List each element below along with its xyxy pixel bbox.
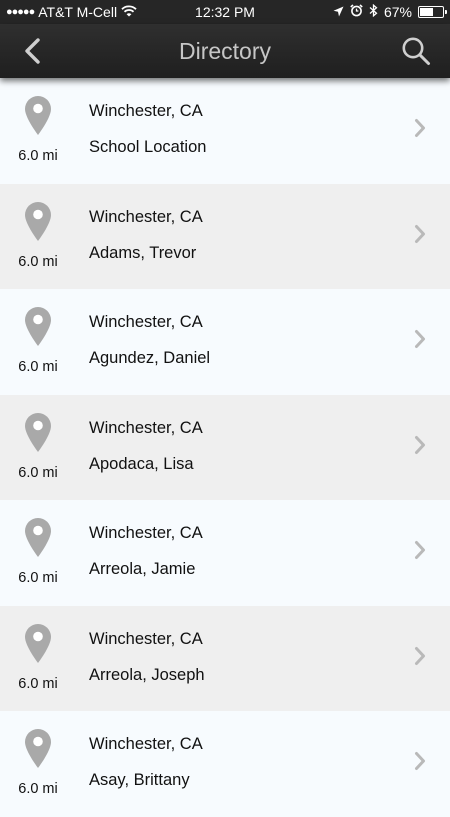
distance-label: 6.0 mi <box>18 781 58 797</box>
map-pin-icon <box>25 307 51 346</box>
entry-name: Arreola, Joseph <box>89 665 205 684</box>
distance-column: 6.0 mi <box>0 395 76 501</box>
entry-city: Winchester, CA <box>89 524 203 542</box>
distance-column: 6.0 mi <box>0 711 76 817</box>
status-bar: ●●●●● AT&T M-Cell 12:32 PM 67% <box>0 0 450 24</box>
distance-column: 6.0 mi <box>0 289 76 395</box>
chevron-right-icon <box>415 752 425 770</box>
distance-label: 6.0 mi <box>18 253 58 270</box>
carrier-name: AT&T M-Cell <box>38 4 118 20</box>
battery-level <box>420 8 434 16</box>
distance-label: 6.0 mi <box>18 359 58 375</box>
back-button[interactable] <box>18 36 48 66</box>
distance-label: 6.0 mi <box>18 464 58 481</box>
map-pin-icon <box>25 201 51 241</box>
chevron-right-icon <box>415 541 425 559</box>
map-pin-icon <box>25 96 51 135</box>
entry-city: Winchester, CA <box>89 102 203 120</box>
entry-city: Winchester, CA <box>89 735 203 753</box>
chevron-right-icon <box>415 435 425 454</box>
navigation-bar: Directory <box>0 24 450 78</box>
entry-name: Apodaca, Lisa <box>89 454 194 473</box>
distance-column: 6.0 mi <box>0 500 76 606</box>
distance-label: 6.0 mi <box>18 570 58 586</box>
map-pin-icon <box>25 412 51 452</box>
chevron-right-icon <box>415 224 425 243</box>
search-icon <box>402 37 430 65</box>
battery-icon <box>418 6 447 18</box>
directory-entry-0[interactable]: 6.0 mi Winchester, CA School Location <box>0 78 450 184</box>
distance-column: 6.0 mi <box>0 184 76 290</box>
directory-list: 6.0 mi Winchester, CA School Location 6.… <box>0 78 450 817</box>
distance-column: 6.0 mi <box>0 78 76 184</box>
chevron-right-icon <box>415 646 425 665</box>
entry-city: Winchester, CA <box>89 418 203 437</box>
entry-name: Agundez, Daniel <box>89 349 211 367</box>
entry-name: Asay, Brittany <box>89 771 190 789</box>
directory-entry-6[interactable]: 6.0 mi Winchester, CA Asay, Brittany <box>0 711 450 817</box>
entry-city: Winchester, CA <box>89 629 203 648</box>
status-left: ●●●●● AT&T M-Cell <box>6 4 333 20</box>
directory-entry-1[interactable]: 6.0 mi Winchester, CA Adams, Trevor <box>0 183 450 290</box>
map-pin-icon <box>25 729 51 768</box>
entry-city: Winchester, CA <box>89 207 203 226</box>
chevron-right-icon <box>415 330 425 348</box>
entry-city: Winchester, CA <box>89 313 203 331</box>
distance-column: 6.0 mi <box>0 606 76 712</box>
distance-label: 6.0 mi <box>18 675 58 692</box>
entry-name: School Location <box>89 138 207 156</box>
status-right: 67% <box>333 3 447 20</box>
map-pin-icon <box>25 623 51 663</box>
alarm-clock-icon <box>350 4 363 20</box>
directory-entry-5[interactable]: 6.0 mi Winchester, CA Arreola, Joseph <box>0 605 450 712</box>
bluetooth-icon <box>369 3 378 20</box>
search-button[interactable] <box>400 35 432 67</box>
distance-label: 6.0 mi <box>18 148 58 164</box>
chevron-right-icon <box>415 119 425 137</box>
location-arrow-icon <box>333 4 344 20</box>
page-title: Directory <box>178 37 271 64</box>
directory-entry-4[interactable]: 6.0 mi Winchester, CA Arreola, Jamie <box>0 500 450 606</box>
wifi-icon <box>121 4 137 20</box>
directory-entry-2[interactable]: 6.0 mi Winchester, CA Agundez, Daniel <box>0 289 450 395</box>
entry-name: Adams, Trevor <box>89 243 197 262</box>
directory-entry-3[interactable]: 6.0 mi Winchester, CA Apodaca, Lisa <box>0 394 450 501</box>
signal-strength-icon: ●●●●● <box>6 6 35 18</box>
entry-name: Arreola, Jamie <box>89 560 196 578</box>
map-pin-icon <box>25 518 51 557</box>
chevron-left-icon <box>25 38 40 64</box>
battery-percent: 67% <box>383 4 412 20</box>
